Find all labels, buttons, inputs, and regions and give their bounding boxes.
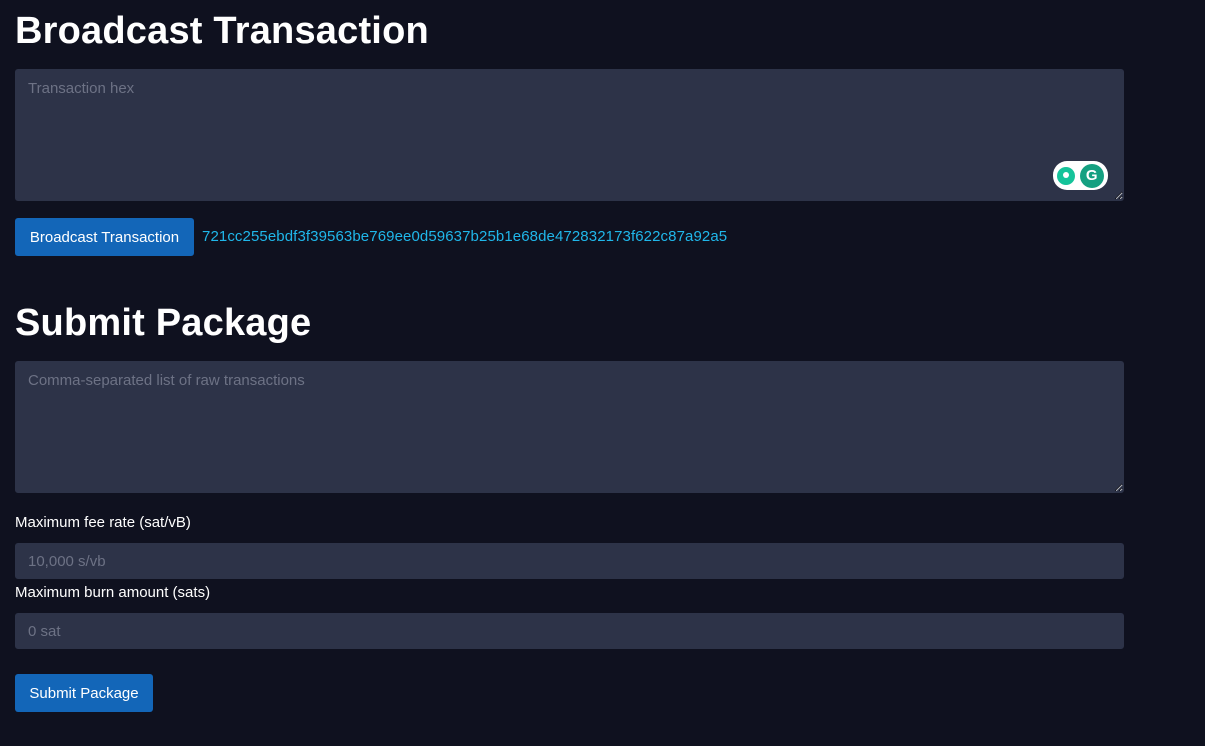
transaction-hex-textarea[interactable]: [15, 69, 1124, 201]
submit-package-title: Submit Package: [15, 302, 312, 344]
broadcast-transaction-title: Broadcast Transaction: [15, 10, 429, 52]
submit-package-button[interactable]: Submit Package: [15, 674, 153, 712]
max-burn-amount-input[interactable]: [15, 613, 1124, 649]
transaction-id-link[interactable]: 721cc255ebdf3f39563be769ee0d59637b25b1e6…: [202, 228, 727, 245]
lightbulb-icon[interactable]: [1057, 166, 1076, 185]
max-burn-amount-label: Maximum burn amount (sats): [15, 584, 211, 601]
max-fee-rate-input[interactable]: [15, 543, 1124, 579]
broadcast-transaction-button[interactable]: Broadcast Transaction: [15, 218, 194, 256]
page: Broadcast Transaction G Broadcast Transa…: [0, 0, 1205, 746]
max-fee-rate-label: Maximum fee rate (sat/vB): [15, 514, 191, 531]
grammarly-logo-icon[interactable]: G: [1079, 163, 1104, 188]
raw-transactions-textarea[interactable]: [15, 361, 1124, 493]
grammarly-widget[interactable]: G: [1053, 161, 1108, 190]
